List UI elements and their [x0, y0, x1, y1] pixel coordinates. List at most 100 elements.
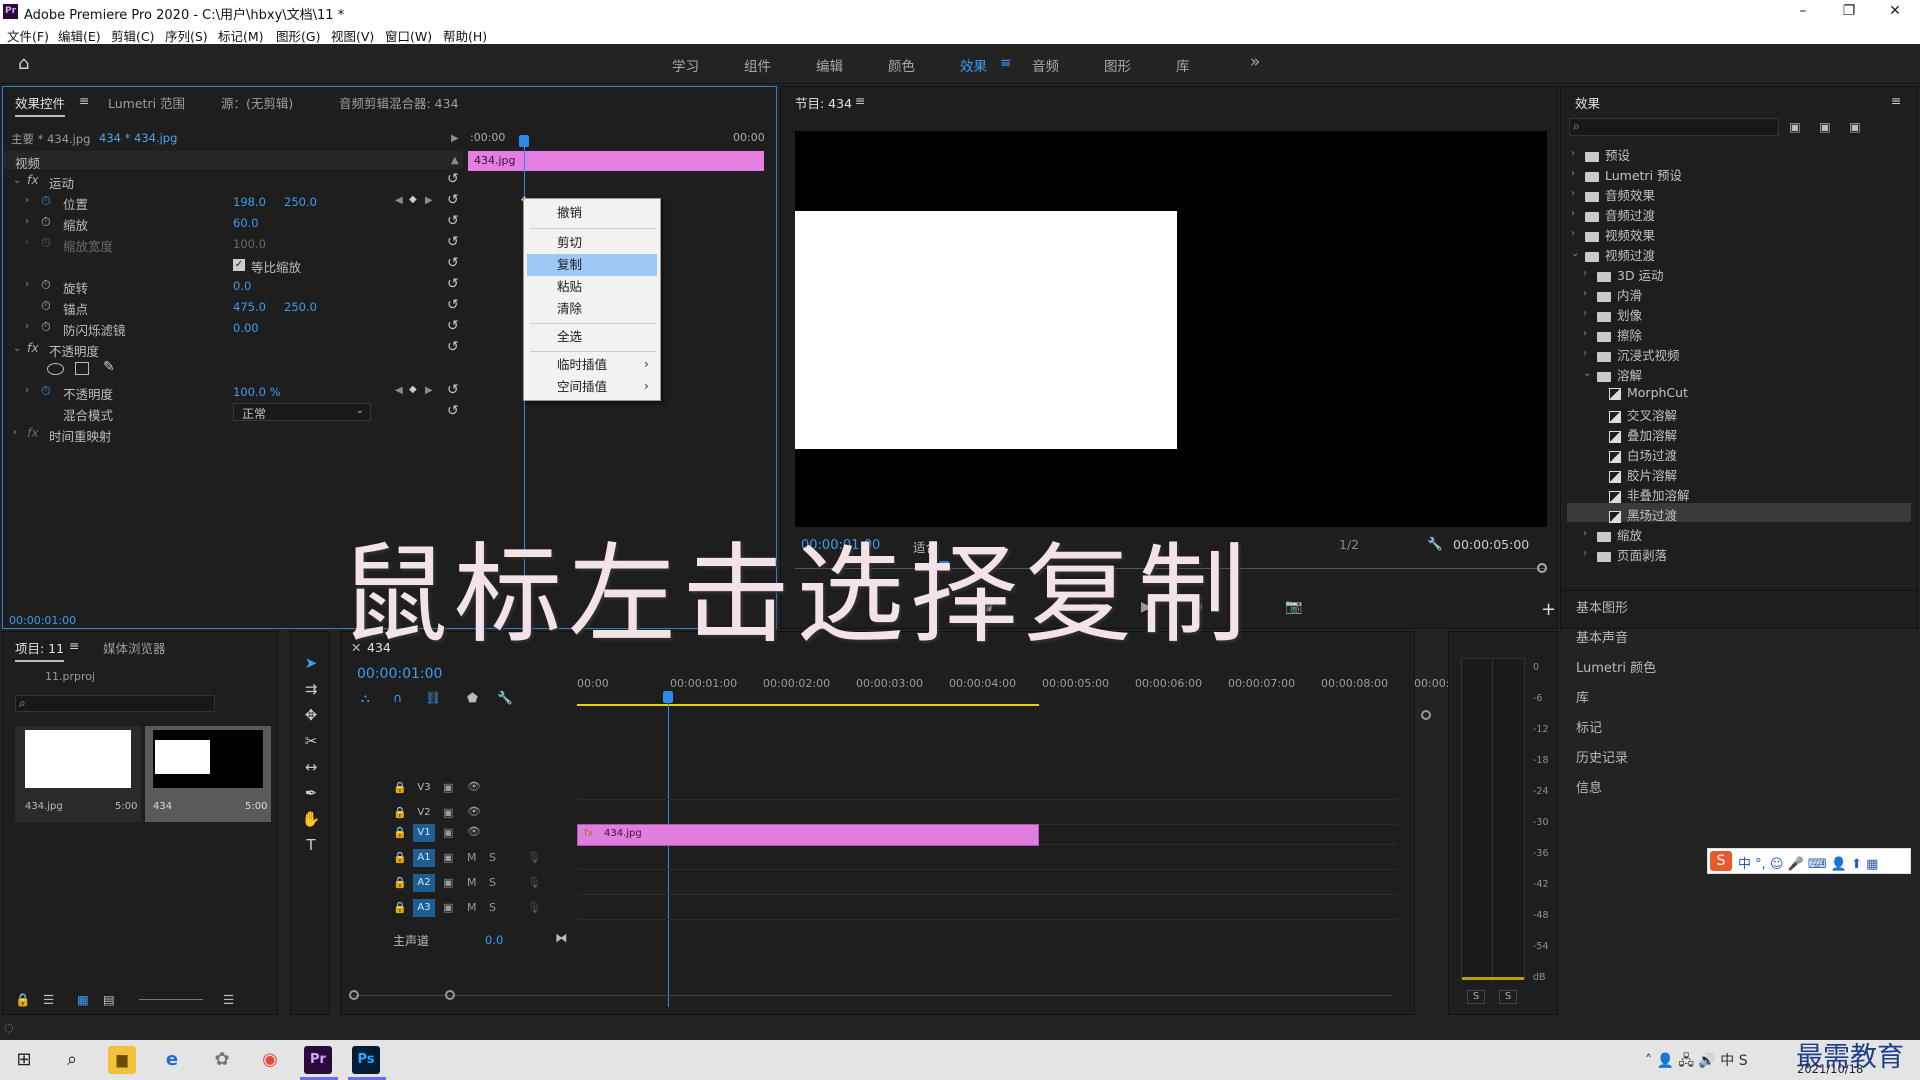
prev-keyframe-icon[interactable]: ◀ — [395, 195, 403, 206]
effects-item[interactable]: 黑场过渡 — [1609, 505, 1677, 524]
menu-sequence[interactable]: 序列(S) — [165, 26, 208, 45]
effects-folder[interactable]: 划像 — [1597, 305, 1642, 324]
snap-icon[interactable]: ∩ — [393, 690, 402, 705]
scroll-handle-right-icon[interactable] — [445, 990, 455, 1000]
chevron-right-icon[interactable]: › — [1583, 288, 1587, 299]
chevron-right-icon[interactable]: › — [1583, 328, 1587, 339]
track-select-tool-icon[interactable]: ⇉ — [300, 678, 322, 700]
chevron-down-icon[interactable]: ⌄ — [1571, 248, 1579, 259]
quality-dropdown[interactable]: 1/2 — [1339, 537, 1359, 552]
track-lock-icon[interactable]: 🔒 — [393, 851, 407, 864]
next-keyframe-icon[interactable]: ▶ — [425, 195, 433, 206]
opacity-group-expand-icon[interactable]: ⌄ — [13, 343, 21, 354]
workspace-menu-icon[interactable]: ≡ — [1000, 55, 1011, 71]
panel-markers[interactable]: 标记 — [1576, 717, 1602, 736]
premiere-taskbar-icon[interactable]: Pr — [304, 1046, 332, 1074]
tab-menu-icon[interactable]: ≡ — [79, 93, 89, 108]
track-lock-icon[interactable]: 🔒 — [393, 826, 407, 839]
add-marker-icon[interactable]: ⬟ — [467, 690, 478, 705]
effects-folder[interactable]: 预设 — [1585, 145, 1630, 164]
ellipse-mask-icon[interactable] — [47, 363, 64, 375]
add-keyframe-icon[interactable]: ◆ — [409, 194, 417, 205]
selection-tool-icon[interactable]: ➤ — [300, 652, 322, 674]
timeline-clip[interactable]: fx 434.jpg — [577, 824, 1039, 846]
track-lock-icon[interactable]: 🔒 — [393, 806, 407, 819]
effects-item[interactable]: MorphCut — [1609, 385, 1688, 400]
flicker-stopwatch-icon[interactable]: ⏱ — [41, 319, 51, 335]
menu-item-select-all[interactable]: 全选 — [524, 326, 660, 348]
timeline-playhead-handle[interactable] — [663, 691, 673, 703]
tab-media-browser[interactable]: 媒体浏览器 — [103, 638, 166, 657]
flicker-value[interactable]: 0.00 — [233, 321, 259, 335]
menu-item-cut[interactable]: 剪切 — [524, 232, 660, 254]
menu-graphics[interactable]: 图形(G) — [276, 26, 320, 45]
effects-folder[interactable]: 溶解 — [1597, 365, 1642, 384]
close-button[interactable]: ✕ — [1872, 0, 1918, 24]
sync-lock-icon[interactable]: ▣ — [443, 806, 453, 819]
effects-folder[interactable]: 音频过渡 — [1585, 205, 1655, 224]
track-target-a3[interactable]: A3 — [413, 899, 435, 917]
motion-expand-icon[interactable]: ⌄ — [13, 175, 21, 186]
reset-rotation-icon[interactable]: ↺ — [447, 276, 459, 292]
reset-uniform-icon[interactable]: ↺ — [447, 255, 459, 271]
linked-selection-icon[interactable]: ⛓ — [425, 690, 441, 706]
ec-timecode[interactable]: 00:00:01:00 — [9, 614, 76, 627]
position-x-value[interactable]: 198.0 — [233, 195, 266, 209]
track-lock-icon[interactable]: 🔒 — [393, 901, 407, 914]
panel-lumetri-color[interactable]: Lumetri 颜色 — [1576, 657, 1656, 676]
panel-info[interactable]: 信息 — [1576, 777, 1602, 796]
tab-project[interactable]: 项目: 11 — [15, 638, 65, 662]
workspace-assembly[interactable]: 组件 — [744, 55, 771, 75]
export-frame-icon[interactable]: 📷 — [1285, 599, 1302, 615]
track-target-a2[interactable]: A2 — [413, 874, 435, 892]
sort-icon[interactable]: ☰ — [223, 992, 234, 1007]
app-icon[interactable]: ✿ — [208, 1046, 236, 1074]
opacity-value[interactable]: 100.0 % — [233, 385, 281, 399]
track-target-v2[interactable]: V2 — [413, 804, 435, 822]
effects-item[interactable]: 叠加溶解 — [1609, 425, 1677, 444]
photoshop-taskbar-icon[interactable]: Ps — [352, 1046, 380, 1074]
reset-anchor-icon[interactable]: ↺ — [447, 297, 459, 313]
rotation-expand-icon[interactable]: › — [25, 279, 29, 290]
menu-item-spatial-interpolation[interactable]: 空间插值 — [524, 376, 660, 398]
position-expand-icon[interactable]: › — [25, 195, 29, 206]
menu-item-temporal-interpolation[interactable]: 临时插值 — [524, 354, 660, 376]
program-canvas[interactable] — [795, 131, 1547, 527]
edge-browser-icon[interactable]: e — [158, 1046, 186, 1074]
panel-libraries[interactable]: 库 — [1576, 687, 1589, 706]
blend-mode-select[interactable]: 正常 ⌄ — [233, 403, 371, 421]
workspace-color[interactable]: 颜色 — [888, 55, 915, 75]
timeline-settings-icon[interactable]: 🔧 — [497, 690, 513, 706]
home-icon[interactable]: ⌂ — [18, 53, 29, 74]
voiceover-icon[interactable]: 🎙 — [527, 851, 541, 864]
chrome-icon[interactable]: ◉ — [256, 1046, 284, 1074]
track-target-v1[interactable]: V1 — [413, 824, 435, 842]
effects-folder[interactable]: 擦除 — [1597, 325, 1642, 344]
sync-lock-icon[interactable]: ▣ — [443, 901, 453, 914]
effects-panel-title[interactable]: 效果 — [1575, 93, 1600, 112]
chevron-down-icon[interactable]: ⌄ — [1583, 368, 1591, 379]
voiceover-icon[interactable]: 🎙 — [527, 901, 541, 914]
reset-blend-icon[interactable]: ↺ — [447, 403, 459, 419]
effects-folder[interactable]: 视频效果 — [1585, 225, 1655, 244]
solo-button[interactable]: S — [489, 851, 496, 864]
anchor-x-value[interactable]: 475.0 — [233, 300, 266, 314]
sequence-clip-dropdown[interactable]: 434 * 434.jpg — [99, 131, 177, 145]
anchor-y-value[interactable]: 250.0 — [284, 300, 317, 314]
system-tray-icons[interactable]: ˄ 👤 🖧 🔊 中 S — [1645, 1050, 1748, 1074]
chevron-right-icon[interactable]: › — [1583, 528, 1587, 539]
tab-effect-controls[interactable]: 效果控件 — [15, 93, 66, 117]
uniform-scale-checkbox[interactable]: ✓ — [233, 259, 245, 271]
chevron-right-icon[interactable]: › — [1583, 348, 1587, 359]
sync-lock-icon[interactable]: ▣ — [443, 851, 453, 864]
solo-left-button[interactable]: S — [1467, 990, 1485, 1004]
opacity-add-keyframe-icon[interactable]: ◆ — [409, 384, 417, 395]
effects-folder[interactable]: 缩放 — [1597, 525, 1642, 544]
effects-item[interactable]: 白场过渡 — [1609, 445, 1677, 464]
workspace-graphics[interactable]: 图形 — [1104, 55, 1131, 75]
project-item-sequence[interactable]: 434 5:00 — [145, 726, 271, 822]
chevron-right-icon[interactable]: › — [1571, 188, 1575, 199]
reset-scale-width-icon[interactable]: ↺ — [447, 234, 459, 250]
hand-tool-icon[interactable]: ✋ — [300, 808, 322, 830]
work-area-bar[interactable] — [577, 704, 1039, 706]
